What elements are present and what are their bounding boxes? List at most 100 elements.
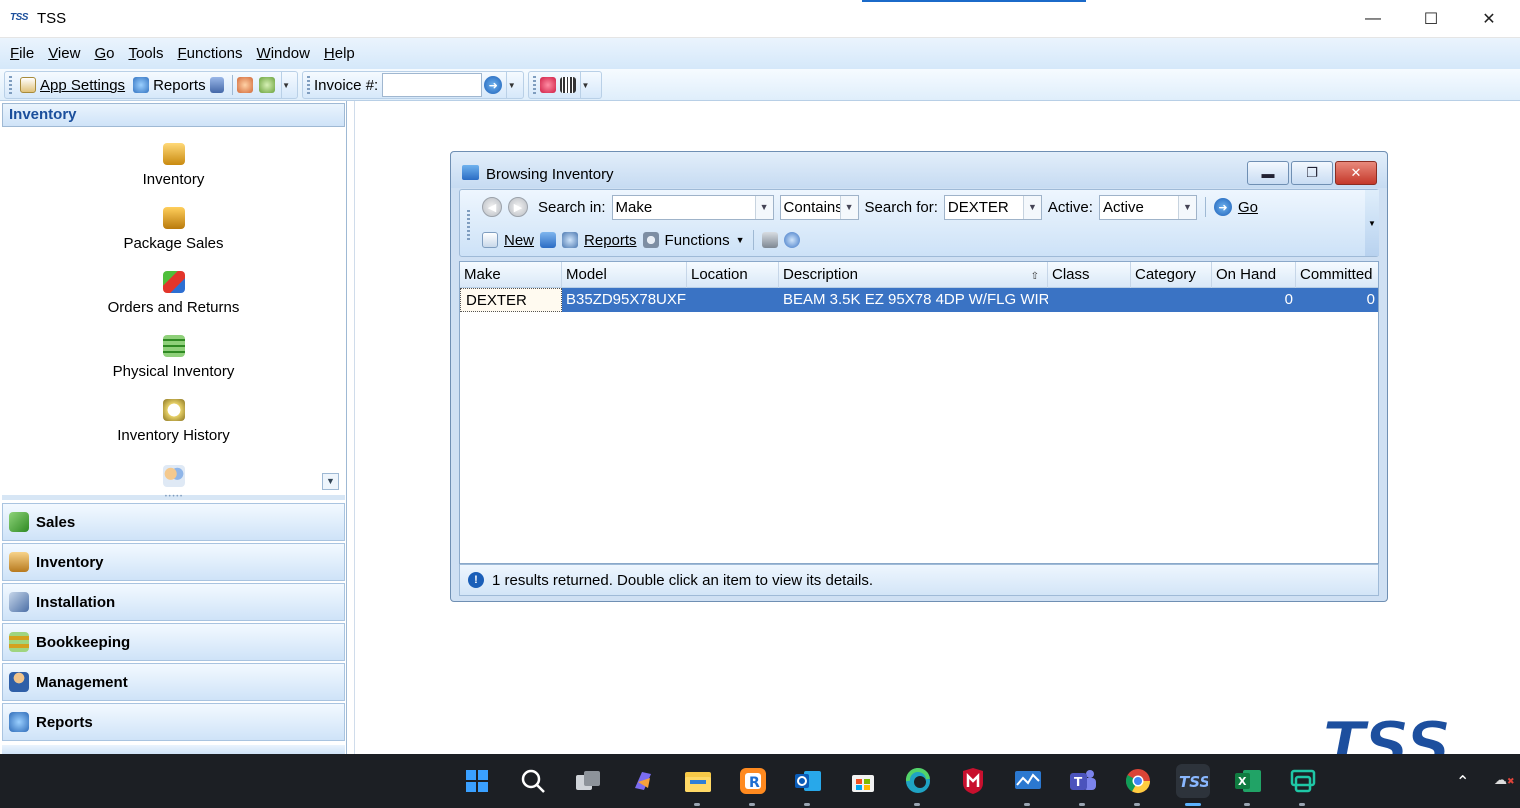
cell-on-hand[interactable]: 0 xyxy=(1212,288,1296,312)
tss-taskbar-icon[interactable]: TSS xyxy=(1176,764,1210,806)
toolbar-separator xyxy=(231,75,233,95)
nav-tile-partial[interactable] xyxy=(2,465,345,493)
options-icon[interactable] xyxy=(783,232,800,248)
reports-button[interactable]: Reports xyxy=(129,77,228,94)
microsoft-store-icon[interactable] xyxy=(846,764,880,798)
nav-section-bookkeeping[interactable]: Bookkeeping xyxy=(2,623,345,661)
toolbar-grip[interactable] xyxy=(9,76,12,94)
minimize-button[interactable]: — xyxy=(1344,0,1402,38)
column-header-category[interactable]: Category xyxy=(1131,262,1212,288)
invoice-dropdown[interactable]: ▼ xyxy=(506,71,516,99)
file-explorer-icon[interactable] xyxy=(681,764,715,806)
menu-tools[interactable]: Tools xyxy=(128,45,163,62)
cell-make[interactable]: DEXTER xyxy=(460,288,562,312)
people-icon[interactable] xyxy=(209,77,224,93)
chevron-down-icon[interactable]: ▼ xyxy=(1022,195,1041,219)
excel-icon[interactable]: X xyxy=(1231,764,1265,806)
app-settings-button[interactable]: App Settings xyxy=(16,77,129,94)
user-hand-icon[interactable] xyxy=(236,77,253,93)
nav-section-reports[interactable]: Reports xyxy=(2,703,345,741)
menu-help[interactable]: Help xyxy=(324,45,355,62)
outlook-icon[interactable] xyxy=(791,764,825,806)
toolbar-grip[interactable] xyxy=(533,76,536,94)
copilot-icon[interactable] xyxy=(626,764,660,798)
invoice-number-input[interactable] xyxy=(382,73,483,97)
child-restore-button[interactable]: ❐ xyxy=(1291,161,1333,185)
maximize-button[interactable]: ☐ xyxy=(1402,0,1460,38)
toolbar-overflow-chevron[interactable]: ▼ xyxy=(1365,190,1379,256)
go-arrow-icon[interactable]: ➜ xyxy=(1213,198,1232,216)
tray-cloud-error-icon[interactable]: ☁✖ xyxy=(1494,772,1516,790)
nav-scroll-down-button[interactable]: ▼ xyxy=(322,473,339,490)
child-minimize-button[interactable]: ▬ xyxy=(1247,161,1289,185)
cell-model[interactable]: B35ZD95X78UXF xyxy=(562,288,687,312)
nav-tile-inventory-history[interactable]: Inventory History xyxy=(2,399,345,444)
column-header-committed[interactable]: Committed xyxy=(1296,262,1378,288)
child-title-bar[interactable]: Browsing Inventory ▬ ❐ ✕ xyxy=(451,152,1387,188)
chevron-down-icon[interactable]: ▼ xyxy=(754,195,773,219)
new-button[interactable]: New xyxy=(504,232,534,249)
cell-category[interactable] xyxy=(1131,288,1212,312)
menu-view[interactable]: View xyxy=(48,45,80,62)
column-header-location[interactable]: Location xyxy=(687,262,779,288)
nav-section-inventory[interactable]: Inventory xyxy=(2,543,345,581)
edge-icon[interactable] xyxy=(901,764,935,806)
cell-committed[interactable]: 0 xyxy=(1296,288,1378,312)
toolbar-grip[interactable] xyxy=(307,76,310,94)
search-in-select[interactable]: Make ▼ xyxy=(611,194,774,220)
browse-reports-button[interactable]: Reports xyxy=(584,232,637,249)
cell-description[interactable]: BEAM 3.5K EZ 95X78 4DP W/FLG WIRED xyxy=(779,288,1048,312)
r-app-icon[interactable]: R xyxy=(736,764,770,806)
menu-window[interactable]: Window xyxy=(257,45,310,62)
column-header-on-hand[interactable]: On Hand xyxy=(1212,262,1296,288)
search-icon[interactable] xyxy=(516,764,550,798)
cell-class[interactable] xyxy=(1048,288,1131,312)
close-button[interactable]: ✕ xyxy=(1460,0,1518,38)
match-mode-select[interactable]: Contains ▼ xyxy=(779,194,859,220)
back-arrow-icon[interactable]: ◀ xyxy=(482,197,502,217)
nav-tile-orders-returns[interactable]: Orders and Returns xyxy=(2,271,345,316)
tray-expand-chevron-icon[interactable]: ⌃ xyxy=(1456,772,1469,792)
cell-location[interactable] xyxy=(687,288,779,312)
barcode-icon[interactable] xyxy=(560,77,576,93)
monitor-app-icon[interactable] xyxy=(1011,764,1045,806)
nav-tile-package-sales[interactable]: Package Sales xyxy=(2,207,345,252)
task-view-icon[interactable] xyxy=(571,764,605,798)
menu-go[interactable]: Go xyxy=(94,45,114,62)
toolbar-grip[interactable] xyxy=(467,210,470,240)
mcafee-icon[interactable] xyxy=(956,764,990,798)
search-for-input[interactable]: DEXTER ▼ xyxy=(943,194,1042,220)
nav-tile-physical-inventory[interactable]: Physical Inventory xyxy=(2,335,345,380)
child-close-button[interactable]: ✕ xyxy=(1335,161,1377,185)
forward-arrow-icon[interactable]: ▶ xyxy=(508,197,528,217)
functions-dropdown-icon[interactable]: ▼ xyxy=(736,235,745,245)
table-row[interactable]: DEXTER B35ZD95X78UXF BEAM 3.5K EZ 95X78 … xyxy=(460,288,1378,312)
chevron-down-icon[interactable]: ▼ xyxy=(839,195,858,219)
column-header-model[interactable]: Model xyxy=(562,262,687,288)
nav-section-installation[interactable]: Installation xyxy=(2,583,345,621)
active-select[interactable]: Active ▼ xyxy=(1098,194,1197,220)
start-menu-icon[interactable] xyxy=(460,764,494,798)
column-header-description[interactable]: Description ⇧ xyxy=(779,262,1048,288)
chrome-icon[interactable] xyxy=(1121,764,1155,806)
printer-icon[interactable] xyxy=(761,232,778,248)
nav-splitter-handle[interactable]: • • • • • xyxy=(2,494,345,500)
refresh-icon[interactable] xyxy=(540,232,557,248)
chevron-down-icon[interactable]: ▼ xyxy=(1177,195,1196,219)
heart-map-icon[interactable] xyxy=(540,77,556,93)
toolbar-overflow-dropdown[interactable]: ▼ xyxy=(280,71,291,99)
column-header-class[interactable]: Class xyxy=(1048,262,1131,288)
remote-app-icon[interactable] xyxy=(1286,764,1320,806)
go-button[interactable]: Go xyxy=(1238,199,1258,216)
nav-section-management[interactable]: Management xyxy=(2,663,345,701)
functions-menu-button[interactable]: Functions xyxy=(665,232,730,249)
extra-dropdown[interactable]: ▼ xyxy=(580,71,590,99)
nav-section-sales[interactable]: Sales xyxy=(2,503,345,541)
nav-tile-inventory[interactable]: Inventory xyxy=(2,143,345,188)
column-header-make[interactable]: Make xyxy=(460,262,562,288)
menu-functions[interactable]: Functions xyxy=(177,45,242,62)
teams-icon[interactable]: T xyxy=(1066,764,1100,806)
menu-file[interactable]: File xyxy=(10,45,34,62)
globe-icon[interactable] xyxy=(258,77,275,93)
invoice-go-arrow-icon[interactable]: ➜ xyxy=(484,76,503,94)
